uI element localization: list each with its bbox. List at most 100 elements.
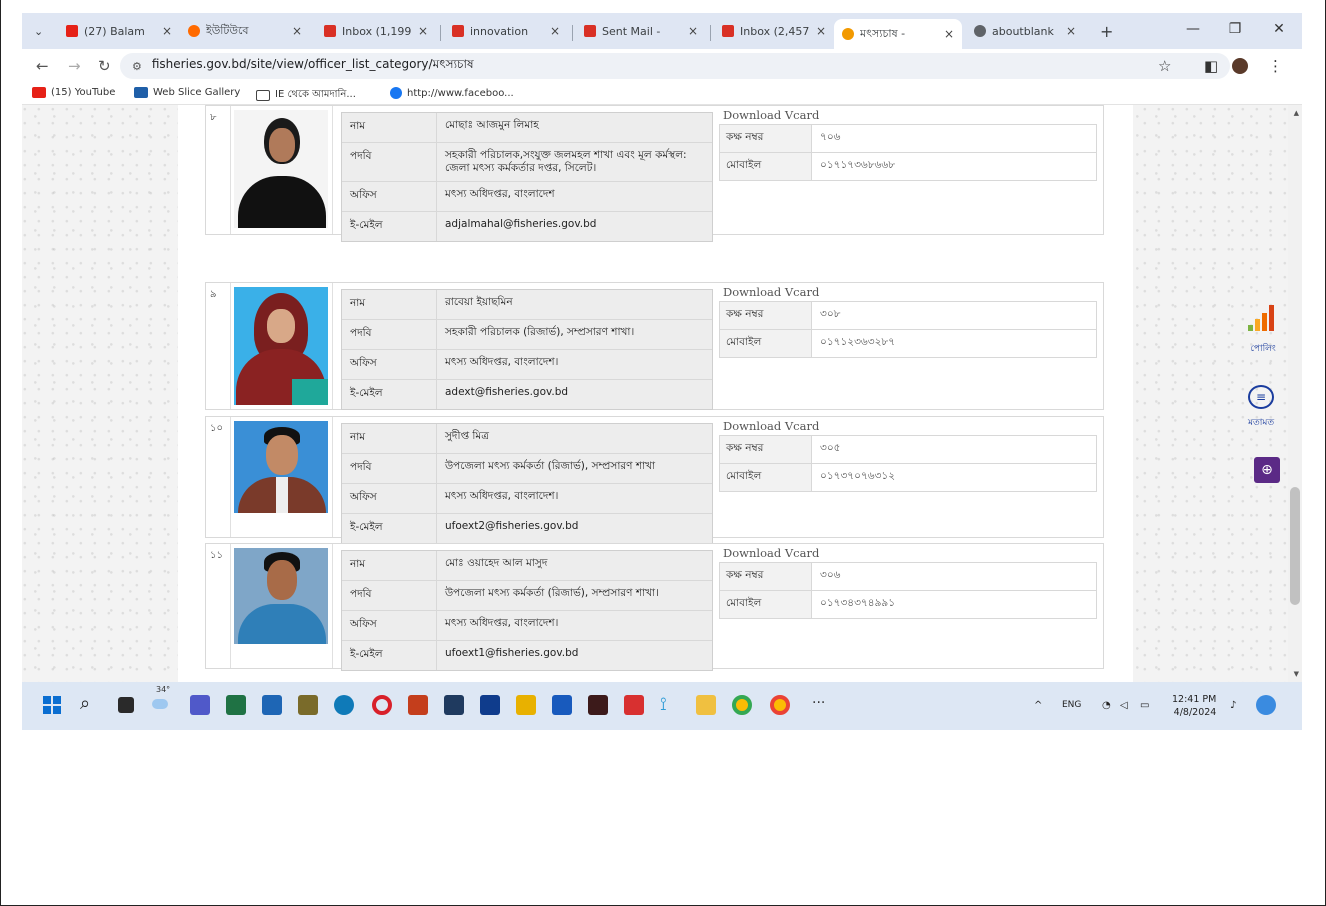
officer-email[interactable]: adext@fisheries.gov.bd [437,380,712,409]
search-icon[interactable]: ⌕ [80,695,100,715]
reload-icon[interactable]: ↻ [98,57,111,75]
chevron-up-icon[interactable]: ^ [1034,700,1042,711]
more-apps-icon[interactable]: ··· [812,695,832,715]
minimize-button[interactable]: — [1178,21,1208,37]
officer-name: রাবেয়া ইয়াছমিন [445,296,513,308]
bookmark-facebook[interactable]: http://www.faceboo... [390,87,514,99]
officer-info-table: নাম সুদীপ্ত মিত্র পদবি উপজেলা মৎস্য কর্মকর… [341,423,713,544]
notification-bell-icon[interactable]: ♪ [1230,700,1236,711]
profile-avatar[interactable] [1232,58,1248,74]
chrome-profile-icon[interactable] [770,695,790,715]
officer-photo [234,287,328,405]
officer-designation: সহকারী পরিচালক,সংযুক্ত জলমহল শাখা এবং মূ… [445,149,687,175]
tab-search-button[interactable]: ⌄ [26,17,52,45]
close-icon[interactable]: × [816,24,826,38]
url-text: fisheries.gov.bd/site/view/officer_list_… [151,57,474,71]
officer-info-table: নাম রাবেয়া ইয়াছমিন পদবি সহকারী পরিচালক (… [341,289,713,410]
vertical-scrollbar[interactable]: ▲ ▼ [1288,105,1302,682]
anydesk-icon[interactable] [624,695,644,715]
teams-icon[interactable] [190,695,210,715]
tab-bangla-video[interactable]: ইউটিউবে × [180,17,310,45]
speaker-icon[interactable]: ◁ [1120,700,1128,711]
globe-icon [974,25,986,37]
mail-icon[interactable] [262,695,282,715]
chrome-icon[interactable] [732,695,752,715]
weather-icon[interactable]: 34° [150,685,170,715]
tab-gmail-sent[interactable]: Sent Mail - × [576,17,706,45]
close-window-button[interactable]: ✕ [1264,21,1294,37]
powerpoint-icon[interactable] [408,695,428,715]
screenshot: ⌄ (27) Balam × ইউটিউবে × Inbox (1,199 × … [22,13,1302,730]
publisher-icon[interactable] [480,695,500,715]
bookmark-web-slice[interactable]: Web Slice Gallery [134,87,240,98]
excel-icon[interactable] [226,695,246,715]
copilot-icon[interactable] [1256,695,1276,715]
side-panel-icon[interactable]: ◧ [1204,57,1218,75]
close-icon[interactable]: × [688,24,698,38]
bookmark-youtube[interactable]: (15) YouTube [32,87,115,98]
close-icon[interactable]: × [550,24,560,38]
tab-about-blank[interactable]: aboutblank × [966,17,1084,45]
scrollbar-thumb[interactable] [1290,487,1300,605]
officer-email[interactable]: adjalmahal@fisheries.gov.bd [437,212,712,241]
forward-icon[interactable]: → [68,57,81,75]
officer-photo [234,421,328,513]
mobile-number: ০১৭১২৩৬৩২৮৭ [820,336,896,348]
file-app-icon[interactable] [516,695,536,715]
tab-fisheries-active[interactable]: মৎস্যচাষ - × [834,19,962,49]
bookmark-star-icon[interactable]: ☆ [1158,57,1171,75]
officer-card: ১১ নাম মোঃ ওয়াহেদ আল মাসুদ পদবি উপজেলা মৎ… [205,543,1104,671]
officer-email[interactable]: ufoext2@fisheries.gov.bd [437,514,712,543]
mobile-number: ০১৭১৭৩৬৮৬৬৮ [820,159,896,171]
file-explorer-icon[interactable] [696,695,716,715]
opera-icon[interactable] [372,695,392,715]
folder-icon [256,90,270,101]
download-vcard-link[interactable]: Download Vcard [719,108,1097,122]
windows-start-icon[interactable] [42,695,62,715]
photos-icon[interactable] [298,695,318,715]
clock[interactable]: 12:41 PM 4/8/2024 [1172,693,1216,719]
officer-contact: Download Vcard কক্ষ নম্বর ৩০৮ মোবাইল ০১৭১২… [719,285,1097,358]
wifi-icon[interactable]: ◔ [1102,700,1111,711]
address-bar[interactable]: ⚙ fisheries.gov.bd/site/view/officer_lis… [120,53,1230,79]
site-info-icon[interactable]: ⚙ [132,60,142,73]
bookmark-folder-ie[interactable]: IE থেকে আমদানি... [256,87,356,104]
officer-card: ৮ নাম মোছাঃ আজমুন লিমাহ পদবি সহকারী পরিচাল… [205,105,1104,243]
gmail-icon [324,25,336,37]
room-number: ৩০৫ [820,442,841,454]
task-view-icon[interactable] [118,697,134,713]
download-vcard-link[interactable]: Download Vcard [719,419,1097,433]
officer-name: সুদীপ্ত মিত্র [445,430,489,442]
poll-widget[interactable]: পোলিং [1246,305,1280,356]
scroll-down-icon[interactable]: ▼ [1294,670,1299,678]
tab-gmail-innovation[interactable]: innovation × [444,17,568,45]
feedback-widget[interactable]: ≡ মতামত [1248,385,1274,430]
word-icon[interactable] [552,695,572,715]
language-indicator[interactable]: ENG [1062,700,1081,710]
network-app-icon[interactable]: ⟟ [660,695,680,715]
officer-designation: উপজেলা মৎস্য কর্মকর্তা (রিজার্ভ), সম্প্র… [445,587,659,599]
back-icon[interactable]: ← [36,57,49,75]
tab-gmail-inbox-1[interactable]: Inbox (1,199 × [316,17,436,45]
accessibility-icon[interactable]: ⊕ [1254,457,1280,483]
menu-icon[interactable]: ⋮ [1268,57,1283,75]
battery-icon[interactable]: ▭ [1140,700,1149,711]
tab-gmail-inbox-2[interactable]: Inbox (2,457 × [714,17,834,45]
close-icon[interactable]: × [162,24,172,38]
close-icon[interactable]: × [944,27,954,41]
close-icon[interactable]: × [292,24,302,38]
restore-button[interactable]: ❐ [1220,21,1250,37]
close-icon[interactable]: × [418,24,428,38]
officer-info-table: নাম মোছাঃ আজমুন লিমাহ পদবি সহকারী পরিচালক,… [341,112,713,243]
sticky-app-icon[interactable] [444,695,464,715]
officer-email[interactable]: ufoext1@fisheries.gov.bd [437,641,712,670]
new-tab-button[interactable]: + [1092,17,1118,45]
download-vcard-link[interactable]: Download Vcard [719,285,1097,299]
download-vcard-link[interactable]: Download Vcard [719,546,1097,560]
illustrator-icon[interactable] [588,695,608,715]
edge-icon[interactable] [334,695,354,715]
gmail-icon [452,25,464,37]
close-icon[interactable]: × [1066,24,1076,38]
scroll-up-icon[interactable]: ▲ [1294,109,1299,117]
tab-youtube[interactable]: (27) Balam × [58,17,180,45]
